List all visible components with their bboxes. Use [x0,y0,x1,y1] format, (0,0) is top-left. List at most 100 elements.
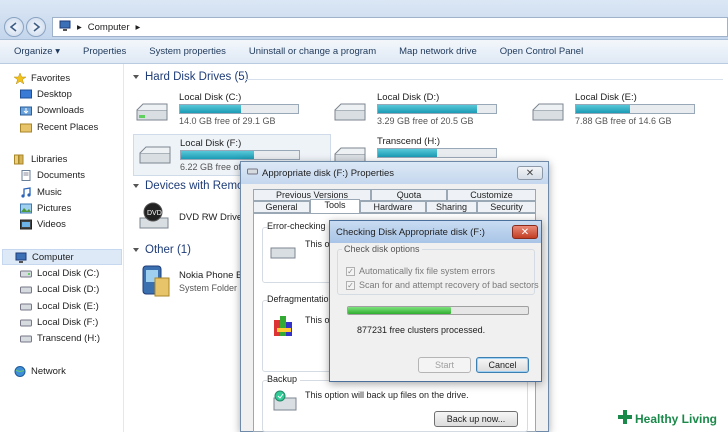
properties-button[interactable]: Properties [83,46,126,57]
close-icon: ✕ [520,226,530,238]
drive-small-icon [247,167,258,179]
sidebar-item-transcend-h[interactable]: Transcend (H:) [20,331,100,345]
uninstall-program-button[interactable]: Uninstall or change a program [249,46,376,57]
network-globe-icon [14,365,26,377]
sidebar-item-downloads[interactable]: Downloads [20,103,84,117]
drive-usage-bar [377,104,497,114]
breadcrumb-computer[interactable]: Computer [88,22,130,33]
tab-quota[interactable]: Quota [371,189,447,201]
device-nokia-phone[interactable]: Nokia Phone B System Folder [139,264,249,304]
drive-usage-fill [378,105,478,113]
documents-icon [20,169,32,181]
desktop-icon [20,89,32,100]
hard-drive-icon [531,102,565,127]
hard-drive-icon [138,145,172,170]
check-disk-progress-fill [348,307,451,314]
address-bar-region: ▸ Computer ▸ [0,0,728,40]
error-checking-label: Error-checking [267,221,329,231]
sidebar-item-local-disk-c[interactable]: Local Disk (C:) [20,266,99,280]
drive-usage-bar [180,150,300,160]
sidebar-libraries[interactable]: Libraries [14,152,67,166]
properties-titlebar: Appropriate disk (F:) Properties [241,162,548,184]
sidebar-item-pictures[interactable]: Pictures [20,201,71,215]
organize-menu[interactable]: Organize ▾ [14,46,60,57]
system-properties-button[interactable]: System properties [149,46,226,57]
group-hard-disk-drives[interactable]: Hard Disk Drives (5) [133,71,249,83]
cancel-button[interactable]: Cancel [476,357,529,373]
drive-local-disk-e[interactable]: Local Disk (E:) 7.88 GB free of 14.6 GB [521,92,701,132]
videos-icon [20,219,32,230]
check-disk-dialog: Checking Disk Appropriate disk (F:) ✕ Ch… [329,220,542,382]
hard-drive-icon [20,317,32,328]
collapse-triangle-icon [133,75,139,79]
tab-sharing[interactable]: Sharing [426,201,477,213]
command-toolbar: Organize ▾ Properties System properties … [0,40,728,64]
dvd-drive-icon: DVD [137,202,171,237]
pictures-icon [20,203,32,214]
computer-icon [15,252,27,263]
healthy-living-watermark: Healthy Living [614,408,722,429]
drive-usage-fill [576,105,631,113]
properties-close-button[interactable]: ✕ [517,166,543,180]
sidebar-item-desktop[interactable]: Desktop [20,87,72,101]
navigation-pane: Favorites Desktop Downloads Recent Place… [0,64,124,432]
sidebar-item-local-disk-e[interactable]: Local Disk (E:) [20,299,99,313]
address-input[interactable]: ▸ Computer ▸ [52,17,728,37]
usb-drive-icon [20,333,32,344]
downloads-folder-icon [20,105,32,116]
tab-customize[interactable]: Customize [447,189,536,201]
sidebar-item-recent-places[interactable]: Recent Places [20,120,98,134]
recent-places-icon [20,122,32,133]
forward-arrow-icon [33,22,41,32]
back-button[interactable] [4,17,24,37]
hard-drive-icon [20,301,32,312]
backup-label: Backup [267,374,301,384]
open-control-panel-button[interactable]: Open Control Panel [500,46,583,57]
breadcrumb-chevron-icon: ▸ [77,21,82,33]
drive-usage-fill [180,105,242,113]
check-disk-titlebar: Checking Disk Appropriate disk (F:) [330,221,541,243]
start-button[interactable]: Start [418,357,471,373]
computer-icon [59,20,71,34]
tab-hardware[interactable]: Hardware [360,201,426,213]
sidebar-item-videos[interactable]: Videos [20,217,66,231]
group-other[interactable]: Other (1) [133,244,191,256]
map-network-drive-button[interactable]: Map network drive [399,46,477,57]
back-up-now-button[interactable]: Back up now... [434,411,518,427]
sidebar-computer[interactable]: Computer [2,249,122,265]
check-disk-close-button[interactable]: ✕ [512,225,538,239]
sidebar-network[interactable]: Network [14,364,66,378]
drive-usage-fill [181,151,255,159]
drive-local-disk-d[interactable]: Local Disk (D:) 3.29 GB free of 20.5 GB [323,92,503,132]
drive-dvd-rw[interactable]: DVD DVD RW Drive [135,202,245,242]
sidebar-item-music[interactable]: Music [20,185,62,199]
phone-folder-icon [141,264,171,301]
sidebar-item-local-disk-d[interactable]: Local Disk (D:) [20,282,99,296]
hard-drive-icon [333,102,367,127]
backup-icon [272,390,298,415]
hard-drive-icon [20,268,32,279]
defragmentation-label: Defragmentation [267,294,337,304]
auto-fix-checkbox[interactable]: ✓ [346,267,355,276]
defragment-icon [272,314,296,341]
check-disk-progress-bar [347,306,529,315]
collapse-triangle-icon [133,184,139,188]
drive-usage-bar [575,104,695,114]
sidebar-item-local-disk-f[interactable]: Local Disk (F:) [20,315,98,329]
scan-bad-sectors-checkbox[interactable]: ✓ [346,281,355,290]
sidebar-item-documents[interactable]: Documents [20,168,85,182]
back-arrow-icon [9,22,17,32]
tab-tools[interactable]: Tools [310,199,360,213]
drive-usage-bar [377,148,497,158]
breadcrumb-chevron-icon[interactable]: ▸ [136,22,141,33]
tab-security[interactable]: Security [477,201,536,213]
tab-general[interactable]: General [253,201,310,213]
hard-drive-icon [135,102,169,127]
check-disk-status: 877231 free clusters processed. [357,325,486,335]
sidebar-favorites[interactable]: Favorites [13,71,70,85]
drive-local-disk-c[interactable]: Local Disk (C:) 14.0 GB free of 29.1 GB [125,92,305,132]
plus-cross-icon [618,410,632,427]
star-icon [13,71,27,85]
forward-button[interactable] [26,17,46,37]
svg-text:DVD: DVD [147,210,162,217]
